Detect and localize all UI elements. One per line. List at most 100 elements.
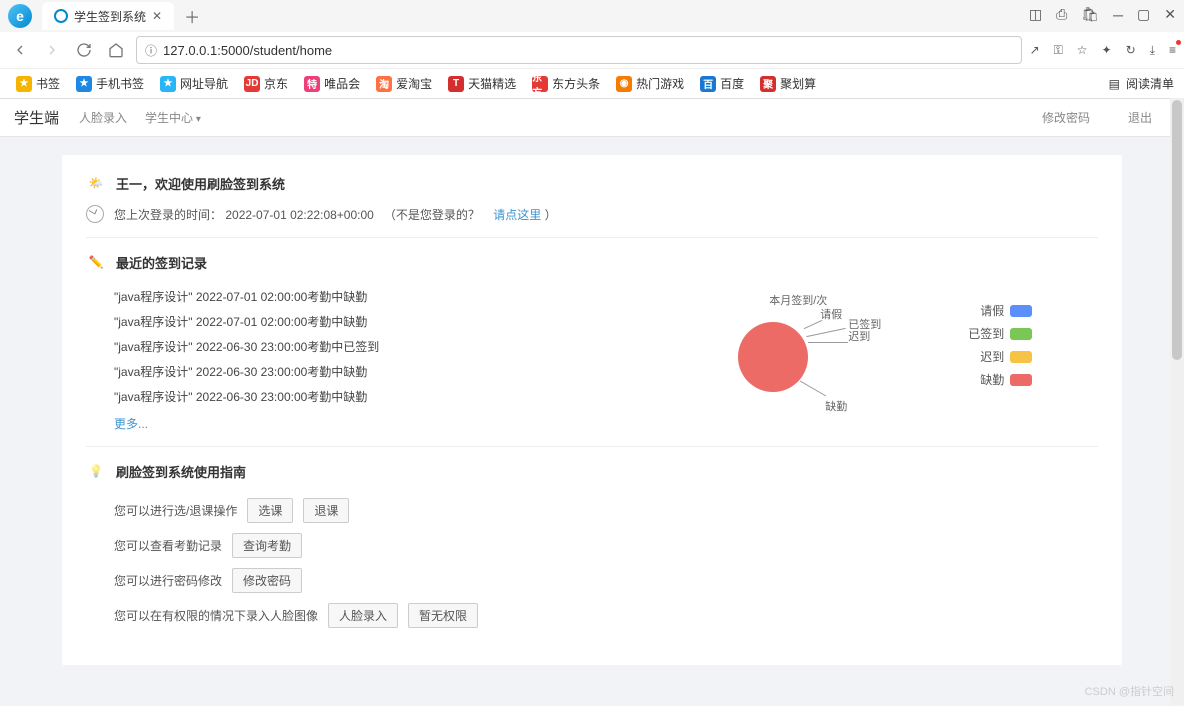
bookmark-item[interactable]: 百百度 [694,73,750,94]
main-card: 🌤️ 王一，欢迎使用刷脸签到系统 您上次登录的时间： 2022-07-01 02… [62,155,1122,665]
last-login-prefix: 您上次登录的时间： [114,208,222,222]
records-list: "java程序设计" 2022-07-01 02:00:00考勤中缺勤"java… [86,284,643,432]
url-text: 127.0.0.1:5000/student/home [163,43,1013,58]
guide-button[interactable]: 暂无权限 [408,603,478,628]
legend-swatch [1010,328,1032,340]
pie-label-qingjia: 请假 [820,306,842,322]
not-you-text: （不是您登录的？ [384,208,480,222]
records-title: 最近的签到记录 [116,253,207,272]
last-login-time: 2022-07-01 02:22:08+00:00 [225,208,373,222]
legend-swatch [1010,351,1032,363]
bookmark-icon: JD [244,76,260,92]
addr-right-icons: ↗ ⚿ ☆ ✦ ↻ ⤓ ≡ [1030,43,1176,58]
maximize-icon[interactable]: ▢ [1137,6,1150,23]
bookmark-icon: ★ [76,76,92,92]
nav-logout[interactable]: 退出 [1128,109,1152,126]
key-icon[interactable]: ⚿ [1054,43,1063,58]
bookmark-item[interactable]: ◉热门游戏 [610,73,690,94]
more-link[interactable]: 更多... [86,409,643,432]
guide-button[interactable]: 退课 [303,498,349,523]
welcome-section: 🌤️ 王一，欢迎使用刷脸签到系统 您上次登录的时间： 2022-07-01 02… [86,173,1098,238]
bookmark-item[interactable]: ★网址导航 [154,73,234,94]
reading-list[interactable]: ▤ 阅读清单 [1109,75,1174,92]
tab-favicon-icon [54,9,68,23]
bookmark-icon: ★ [160,76,176,92]
last-login-row: 您上次登录的时间： 2022-07-01 02:22:08+00:00 （不是您… [86,205,1098,223]
panel-icon[interactable]: ◫ [1029,6,1042,23]
reload-button[interactable] [72,38,96,62]
menu-icon[interactable]: ≡ [1169,43,1176,57]
url-input[interactable]: ⓘ 127.0.0.1:5000/student/home [136,36,1022,64]
legend-label: 迟到 [980,348,1004,365]
minimize-icon[interactable]: ─ [1113,7,1123,23]
guide-button[interactable]: 人脸录入 [328,603,398,628]
history-icon[interactable]: ↻ [1126,43,1136,57]
nav-face-enroll[interactable]: 人脸录入 [79,109,127,126]
guide-title: 刷脸签到系统使用指南 [116,462,246,481]
bookmark-label: 东方头条 [552,75,600,92]
bookmark-item[interactable]: T天猫精选 [442,73,522,94]
bookmark-label: 手机书签 [96,75,144,92]
clock-icon [86,205,104,223]
click-here-link[interactable]: 请点这里 [493,208,541,222]
brand: 学生端 [14,107,59,128]
legend-label: 请假 [980,302,1004,319]
new-tab-button[interactable]: ＋ [174,4,210,28]
records-section: ✏️ 最近的签到记录 "java程序设计" 2022-07-01 02:00:0… [86,252,1098,447]
close-window-icon[interactable]: ✕ [1164,6,1176,23]
guide-text: 您可以在有权限的情况下录入人脸图像 [114,607,318,624]
bookmark-icon: 东方 [532,76,548,92]
scrollbar-thumb[interactable] [1172,100,1182,360]
bookmark-item[interactable]: 特唯品会 [298,73,366,94]
bookmark-label: 百度 [720,75,744,92]
watermark: CSDN @指针空间 [1085,683,1174,699]
back-button[interactable] [8,38,32,62]
close-paren: ） [545,208,557,222]
bookmark-item[interactable]: 聚聚划算 [754,73,822,94]
guide-text: 您可以进行密码修改 [114,572,222,589]
browser-chrome: ◫ ⎙ 🛍 ─ ▢ ✕ e 学生签到系统 ✕ ＋ ⓘ 127.0.0.1:500… [0,0,1184,99]
reading-list-label: 阅读清单 [1126,75,1174,92]
browser-tab[interactable]: 学生签到系统 ✕ [42,2,174,30]
bookmark-item[interactable]: JD京东 [238,73,294,94]
weather-icon: 🌤️ [86,173,106,193]
bookmark-label: 网址导航 [180,75,228,92]
guide-button[interactable]: 选课 [247,498,293,523]
home-button[interactable] [104,38,128,62]
legend-label: 缺勤 [980,371,1004,388]
list-icon: ▤ [1109,77,1120,91]
bookmark-label: 书签 [36,75,60,92]
pie-label-absent: 缺勤 [825,398,847,414]
guide-button[interactable]: 查询考勤 [232,533,302,558]
bookmark-item[interactable]: 东方东方头条 [526,73,606,94]
bulb-icon: 💡 [86,461,106,481]
shopping-icon[interactable]: 🛍 [1081,6,1099,23]
window-controls: ◫ ⎙ 🛍 ─ ▢ ✕ [1029,6,1176,23]
pie-circle [738,322,808,392]
info-icon: ⓘ [145,42,157,59]
bookmark-item[interactable]: ★书签 [10,73,66,94]
extensions-icon[interactable]: ✦ [1102,43,1112,57]
guide-row: 您可以进行选/退课操作选课退课 [86,493,1098,528]
guide-row: 您可以在有权限的情况下录入人脸图像人脸录入暂无权限 [86,598,1098,633]
nav-student-center[interactable]: 学生中心 [145,109,201,126]
bookmark-item[interactable]: ★手机书签 [70,73,150,94]
guide-button[interactable]: 修改密码 [232,568,302,593]
forward-button[interactable] [40,38,64,62]
app-nav: 学生端 人脸录入 学生中心 修改密码 退出 [0,99,1184,137]
tab-title: 学生签到系统 [74,8,146,25]
bookmark-icon: T [448,76,464,92]
chart-legend: 请假已签到迟到缺勤 [968,302,1032,388]
bookmark-icon: 百 [700,76,716,92]
bookmark-item[interactable]: 淘爱淘宝 [370,73,438,94]
star-icon[interactable]: ☆ [1077,43,1088,57]
legend-item: 缺勤 [968,371,1032,388]
tab-close-icon[interactable]: ✕ [152,9,162,23]
print-icon[interactable]: ⎙ [1056,6,1067,23]
bookmark-icon: 特 [304,76,320,92]
guide-text: 您可以查看考勤记录 [114,537,222,554]
share-icon[interactable]: ↗ [1030,43,1040,57]
guide-text: 您可以进行选/退课操作 [114,502,237,519]
download-icon[interactable]: ⤓ [1150,43,1155,58]
nav-change-password[interactable]: 修改密码 [1042,109,1090,126]
